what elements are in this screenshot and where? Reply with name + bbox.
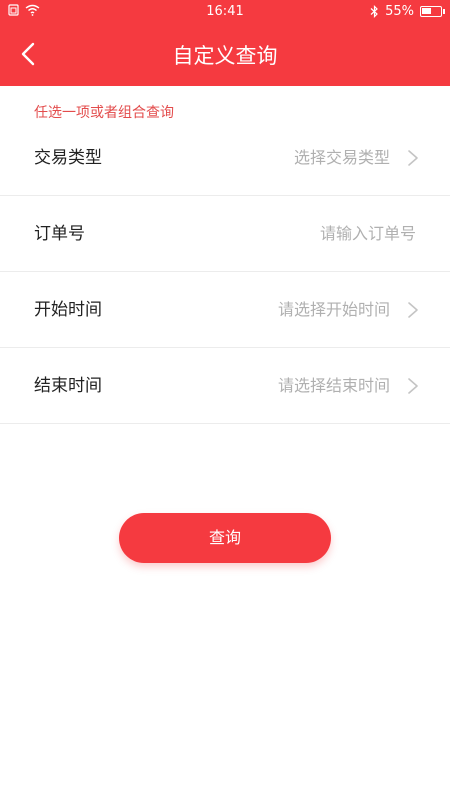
row-start-time[interactable]: 开始时间 请选择开始时间 (0, 272, 450, 348)
battery-icon (420, 6, 445, 17)
row-label: 订单号 (34, 224, 85, 244)
app-header: 16:41 55% 自定义查询 (0, 0, 450, 86)
row-transaction-type[interactable]: 交易类型 选择交易类型 (0, 120, 450, 196)
query-hint: 任选一项或者组合查询 (34, 105, 174, 121)
nav-bar: 自定义查询 (0, 24, 450, 86)
end-time-select[interactable]: 请选择结束时间 (278, 348, 390, 424)
battery-percent: 55% (385, 4, 414, 19)
order-number-input[interactable]: 请输入订单号 (320, 196, 416, 272)
row-order-number[interactable]: 订单号 请输入订单号 (0, 196, 450, 272)
row-label: 结束时间 (34, 376, 102, 396)
query-button[interactable]: 查询 (119, 513, 331, 563)
status-right-icons: 55% (370, 4, 445, 19)
chevron-right-icon (408, 150, 418, 166)
bluetooth-icon (370, 5, 378, 18)
row-end-time[interactable]: 结束时间 请选择结束时间 (0, 348, 450, 424)
transaction-type-select[interactable]: 选择交易类型 (294, 120, 390, 196)
start-time-select[interactable]: 请选择开始时间 (278, 272, 390, 348)
chevron-right-icon (408, 302, 418, 318)
status-bar: 16:41 55% (0, 0, 450, 24)
page-title: 自定义查询 (172, 44, 278, 68)
battery-level (422, 8, 432, 14)
row-label: 开始时间 (34, 300, 102, 320)
row-label: 交易类型 (34, 148, 102, 168)
chevron-right-icon (408, 378, 418, 394)
